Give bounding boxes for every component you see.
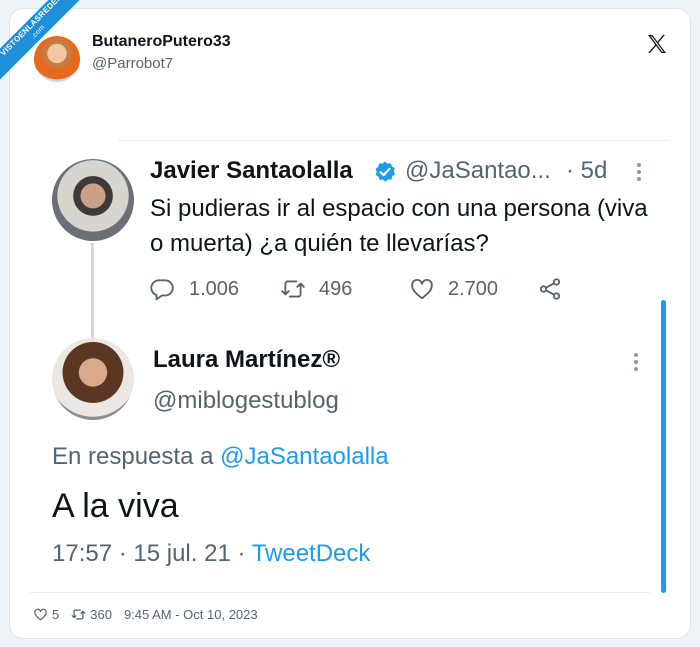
laura-tweet-time[interactable]: 17:57 · 15 jul. 21 ·: [52, 540, 245, 567]
reply-count: 1.006: [189, 277, 240, 300]
reply-action[interactable]: 1.006: [150, 276, 239, 302]
retweet-icon: [71, 609, 86, 619]
footer-timestamp[interactable]: 9:45 AM - Oct 10, 2023: [124, 607, 258, 622]
divider: [118, 140, 668, 141]
footer-like-count: 5: [52, 606, 60, 622]
author-name[interactable]: ButaneroPutero33: [92, 33, 231, 51]
javier-tweet-text: Si pudieras ir al espacio con una person…: [150, 195, 648, 257]
reply-icon: [150, 279, 174, 301]
thread-line: [91, 243, 94, 338]
tweet-source-link[interactable]: TweetDeck: [252, 540, 371, 567]
javier-time[interactable]: · 5d: [566, 157, 607, 185]
post-footer: 5 360 9:45 AM - Oct 10, 2023: [33, 605, 270, 623]
verified-badge-icon: [375, 161, 395, 182]
like-action[interactable]: 2.700: [409, 276, 498, 302]
share-icon: [539, 278, 561, 300]
share-action[interactable]: [537, 276, 576, 302]
divider: [30, 592, 650, 593]
author-handle[interactable]: @Parrobot7: [92, 55, 173, 72]
laura-name[interactable]: Laura Martínez®: [153, 346, 340, 374]
javier-avatar[interactable]: [52, 159, 134, 241]
more-icon[interactable]: [633, 352, 639, 372]
post-timestamp: 9:45 AM - Oct 10, 2023: [123, 606, 258, 622]
reply-to-link[interactable]: @JaSantaolalla: [220, 443, 388, 470]
scrollbar[interactable]: [661, 300, 666, 593]
author-avatar[interactable]: [34, 36, 80, 82]
footer-retweet-count: 360: [90, 606, 112, 622]
laura-tweet-meta: 17:57 · 15 jul. 21 · TweetDeck: [52, 540, 370, 568]
footer-retweet-action[interactable]: 360: [71, 607, 112, 622]
x-logo-icon[interactable]: [645, 32, 669, 56]
reply-context: En respuesta a @JaSantaolalla: [52, 443, 389, 471]
like-icon: [411, 278, 433, 300]
retweet-action[interactable]: 496: [280, 276, 352, 302]
laura-handle[interactable]: @miblogestublog: [153, 387, 339, 415]
reply-prefix: En respuesta a: [52, 443, 214, 470]
laura-avatar[interactable]: [52, 338, 134, 420]
more-icon[interactable]: [636, 162, 642, 182]
javier-name[interactable]: Javier Santaolalla: [150, 157, 353, 185]
like-count: 2.700: [448, 277, 499, 300]
javier-handle[interactable]: @JaSantao...: [405, 157, 551, 185]
footer-like-action[interactable]: 5: [33, 607, 59, 622]
retweet-count: 496: [319, 277, 353, 300]
laura-tweet-text: A la viva: [52, 487, 179, 525]
retweet-icon: [281, 280, 305, 298]
like-icon: [34, 608, 47, 620]
